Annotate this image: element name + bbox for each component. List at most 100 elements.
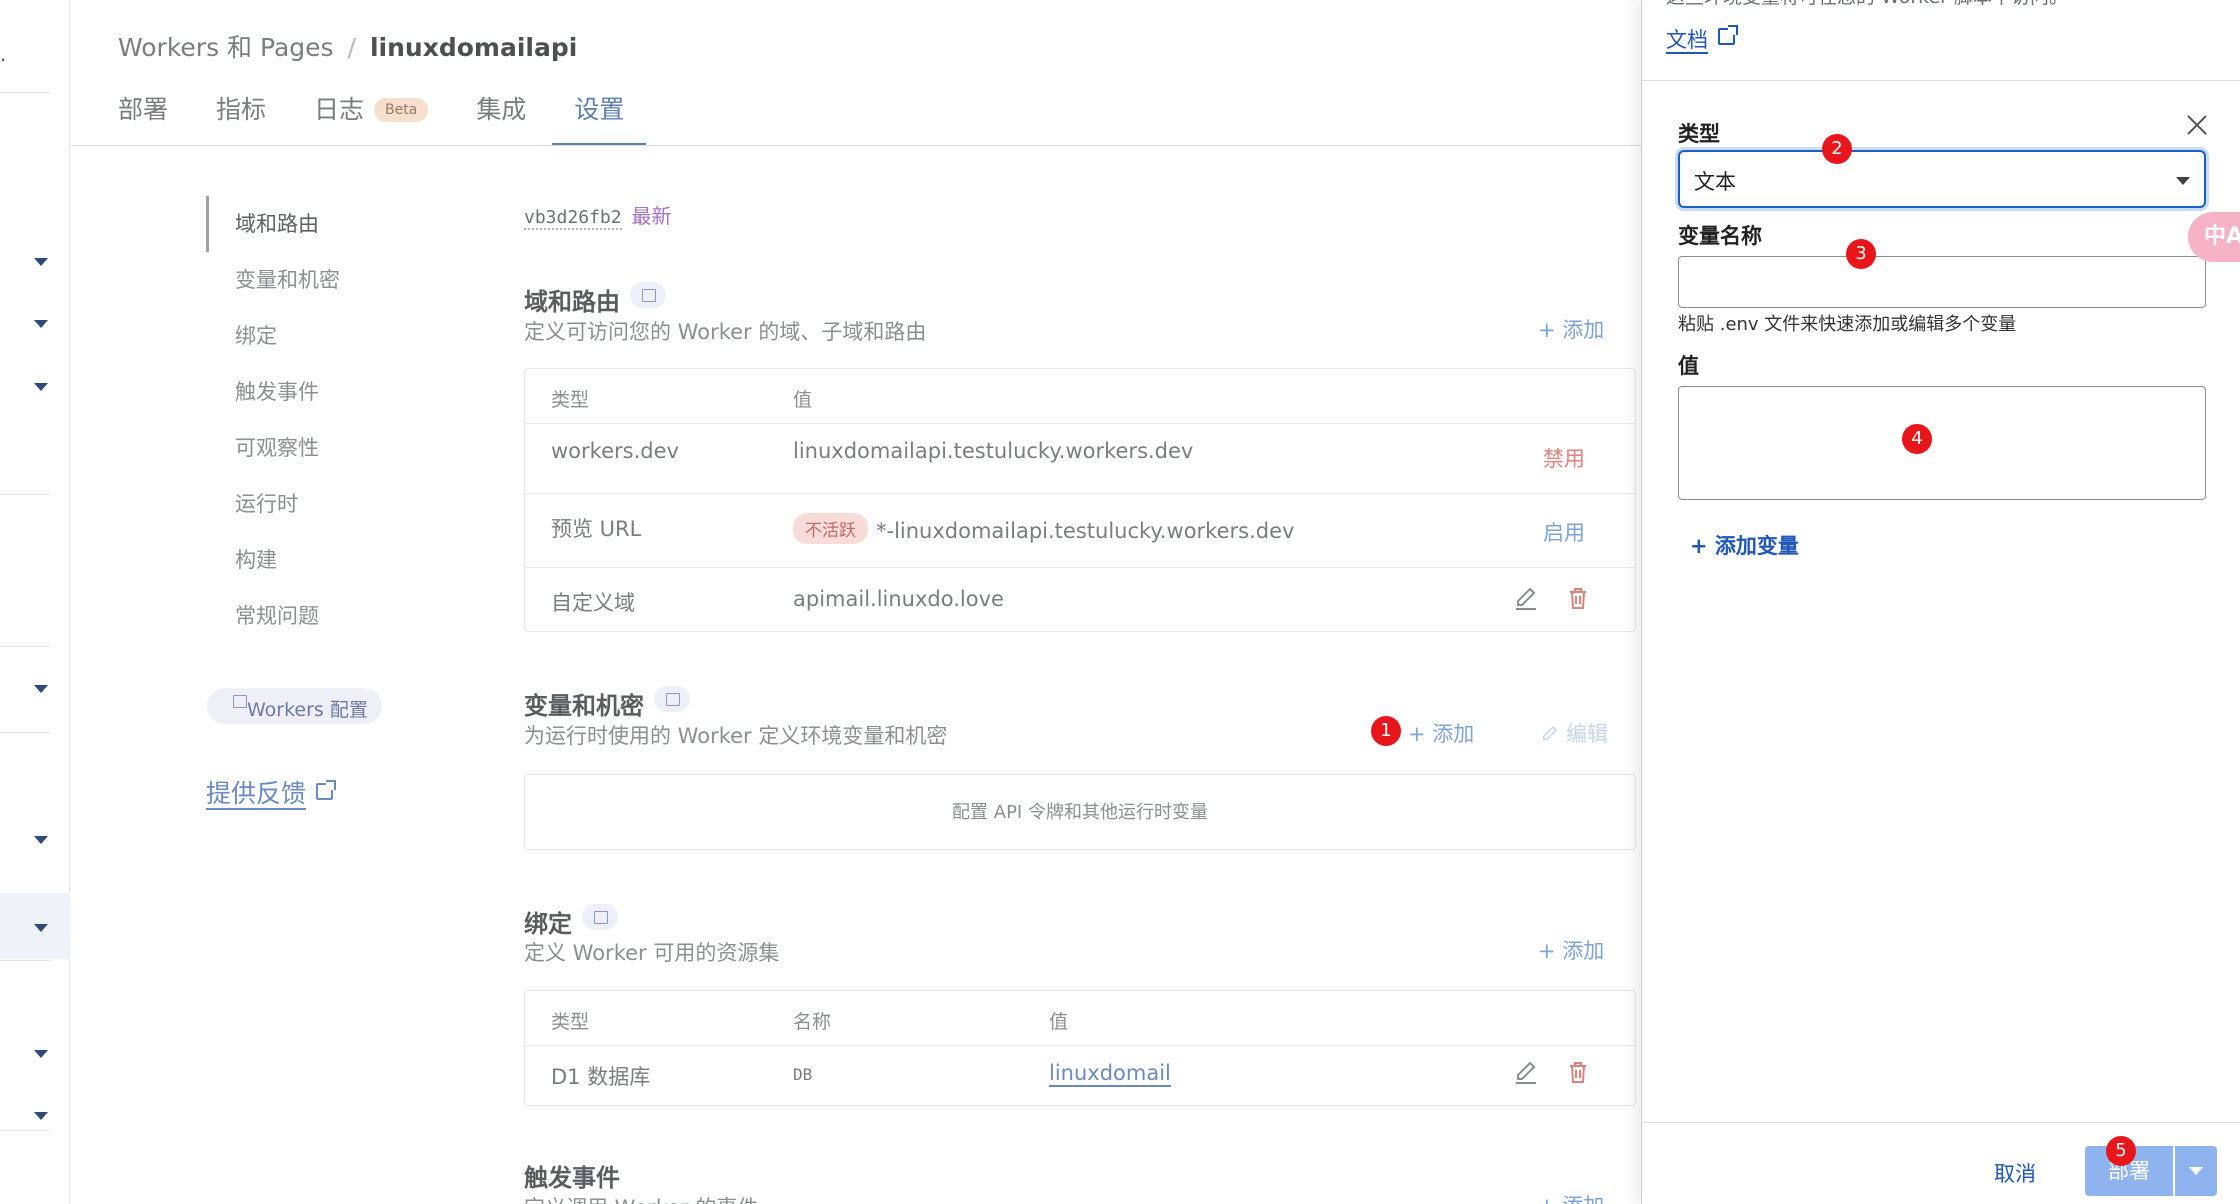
row-value: linuxdomailapi.testulucky.workers.dev	[793, 439, 1194, 463]
section-desc-triggers: 定义调用 Worker 的事件	[524, 1192, 758, 1204]
col-header-name: 名称	[793, 1011, 832, 1033]
side-nav-runtime[interactable]: 运行时	[209, 476, 340, 532]
settings-side-nav: 域和路由	[206, 196, 406, 252]
external-link-icon	[1718, 25, 1738, 45]
step-marker: 3	[1846, 239, 1876, 269]
chevron-down-icon[interactable]	[34, 1112, 48, 1120]
edit-variables-button[interactable]: 编辑	[1540, 718, 1608, 748]
rail-divider	[0, 494, 50, 495]
tab-integrations[interactable]: 集成	[476, 92, 548, 146]
side-nav-observability[interactable]: 可观察性	[209, 420, 340, 476]
docs-book-icon[interactable]	[582, 904, 618, 930]
rail-dot-icon: ·	[0, 48, 7, 72]
docs-book-icon[interactable]	[654, 686, 690, 712]
side-nav-build[interactable]: 构建	[209, 532, 340, 588]
row-type: 预览 URL	[551, 517, 642, 541]
section-desc-bindings: 定义 Worker 可用的资源集	[524, 941, 780, 965]
trash-icon[interactable]	[1565, 585, 1591, 611]
type-label: 类型	[1678, 122, 1720, 146]
chevron-down-icon[interactable]	[34, 924, 48, 932]
side-nav-variables[interactable]: 变量和机密	[209, 252, 340, 308]
translate-icon[interactable]: 中A	[2188, 212, 2240, 262]
section-title-bindings: 绑定	[524, 904, 618, 939]
side-nav-general[interactable]: 常规问题	[209, 588, 340, 644]
breadcrumb-current: linuxdomailapi	[369, 33, 578, 62]
pencil-icon[interactable]	[1513, 1059, 1539, 1085]
variable-name-input[interactable]	[1678, 256, 2206, 308]
workers-config-chip[interactable]: Workers 配置	[207, 688, 382, 724]
col-header-type: 类型	[551, 1011, 590, 1033]
disable-button[interactable]: 禁用	[1543, 443, 1585, 473]
close-icon[interactable]	[2184, 112, 2210, 138]
pencil-icon[interactable]	[1513, 585, 1539, 611]
cancel-button[interactable]: 取消	[1994, 1158, 2036, 1188]
chevron-down-icon[interactable]	[34, 836, 48, 844]
rail-divider	[0, 732, 50, 733]
pencil-icon	[1543, 725, 1558, 741]
type-select-value: 文本	[1694, 170, 1736, 194]
row-value: apimail.linuxdo.love	[793, 587, 1004, 611]
row-type: D1 数据库	[551, 1065, 651, 1089]
empty-state-text: 配置 API 令牌和其他运行时变量	[952, 802, 1208, 823]
col-header-value: 值	[793, 389, 813, 411]
add-another-variable-button[interactable]: + 添加变量	[1690, 530, 1799, 560]
step-marker: 5	[2106, 1136, 2136, 1166]
add-variable-button[interactable]: + 添加	[1408, 718, 1474, 748]
docs-book-icon[interactable]	[630, 282, 666, 308]
tab-logs[interactable]: 日志 Beta	[314, 92, 450, 146]
section-title-variables: 变量和机密	[524, 686, 690, 721]
col-header-value: 值	[1049, 1011, 1069, 1033]
variables-empty-state: 配置 API 令牌和其他运行时变量	[524, 774, 1636, 850]
book-icon	[221, 688, 247, 714]
drawer-footer-divider	[1642, 1122, 2240, 1123]
breadcrumb-separator: /	[347, 33, 356, 62]
add-binding-button[interactable]: + 添加	[1538, 935, 1604, 965]
tabs-divider	[71, 145, 1641, 146]
version-id[interactable]: vb3d26fb2	[524, 207, 622, 230]
side-nav-bindings[interactable]: 绑定	[209, 308, 340, 364]
drawer-intro-text: 这些环境变量将可在您的 Worker 脚本中访问。	[1666, 0, 2068, 9]
chevron-down-icon[interactable]	[34, 258, 48, 266]
paste-env-hint: 粘贴 .env 文件来快速添加或编辑多个变量	[1678, 314, 2017, 335]
section-title-domains: 域和路由	[524, 282, 666, 317]
version-info: vb3d26fb2 最新	[524, 200, 672, 230]
chevron-down-icon[interactable]	[34, 383, 48, 391]
variable-name-label: 变量名称	[1678, 224, 1762, 248]
chevron-down-icon[interactable]	[34, 685, 48, 693]
chevron-down-icon[interactable]	[34, 1050, 48, 1058]
docs-link[interactable]: 文档	[1666, 24, 1738, 54]
inactive-badge: 不活跃	[793, 513, 868, 544]
add-variable-drawer: 这些环境变量将可在您的 Worker 脚本中访问。 文档 类型 文本 变量名称 …	[1641, 0, 2240, 1204]
trash-icon[interactable]	[1565, 1059, 1591, 1085]
tab-deployments[interactable]: 部署	[118, 92, 190, 146]
section-title-triggers: 触发事件	[524, 1164, 620, 1192]
chevron-down-icon	[2176, 177, 2190, 185]
version-latest-badge: 最新	[631, 204, 672, 228]
col-header-type: 类型	[551, 389, 590, 411]
tab-settings[interactable]: 设置	[552, 92, 647, 146]
step-marker: 4	[1902, 424, 1932, 454]
bindings-table: 类型 名称 值 D1 数据库 DB linuxdomail	[524, 990, 1636, 1106]
type-select[interactable]: 文本	[1678, 150, 2206, 208]
variable-value-input[interactable]	[1678, 386, 2206, 500]
tab-metrics[interactable]: 指标	[216, 92, 288, 146]
side-nav-triggers[interactable]: 触发事件	[209, 364, 340, 420]
row-value-with-badge: 不活跃 *-linuxdomailapi.testulucky.workers.d…	[793, 513, 1294, 544]
side-nav-domains[interactable]: 域和路由	[209, 196, 406, 252]
deploy-options-dropdown[interactable]	[2175, 1146, 2217, 1196]
beta-badge: Beta	[374, 98, 429, 122]
breadcrumb-parent-link[interactable]: Workers 和 Pages	[118, 33, 334, 62]
rail-divider	[0, 1130, 50, 1131]
row-name: DB	[793, 1065, 813, 1084]
rail-divider	[0, 960, 50, 961]
add-trigger-button[interactable]: + 添加	[1538, 1190, 1604, 1204]
binding-value-link[interactable]: linuxdomail	[1049, 1061, 1171, 1085]
chevron-down-icon[interactable]	[34, 320, 48, 328]
add-domain-button[interactable]: + 添加	[1538, 314, 1604, 344]
breadcrumb: Workers 和 Pages / linuxdomailapi	[118, 28, 577, 64]
row-type: 自定义域	[551, 591, 635, 615]
enable-button[interactable]: 启用	[1543, 517, 1585, 547]
settings-side-nav-rest: 变量和机密 绑定 触发事件 可观察性 运行时 构建 常规问题	[209, 252, 340, 644]
value-label: 值	[1678, 354, 1699, 378]
feedback-link[interactable]: 提供反馈	[206, 774, 337, 810]
